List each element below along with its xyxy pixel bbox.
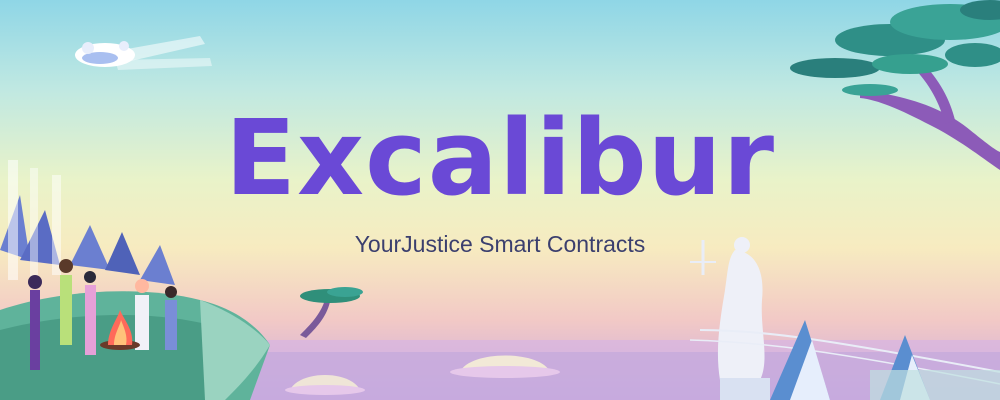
hero-banner: Excalibur YourJustice Smart Contracts <box>0 0 1000 400</box>
banner-title: Excalibur <box>224 97 776 219</box>
flying-ship-icon <box>75 36 212 70</box>
tree-icon <box>300 287 363 338</box>
banner-subtitle: YourJustice Smart Contracts <box>354 231 646 257</box>
